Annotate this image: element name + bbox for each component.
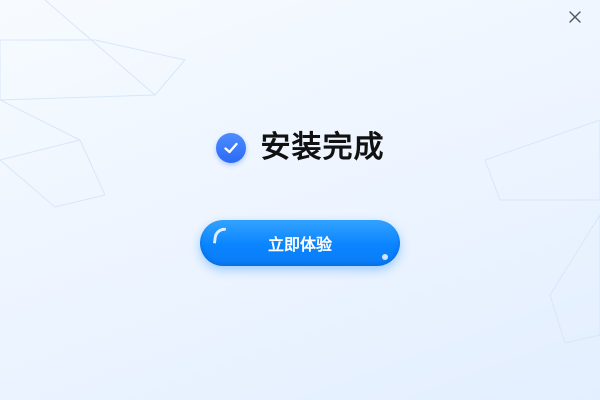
status-title: 安装完成 (260, 130, 385, 165)
close-icon (569, 11, 581, 23)
close-button[interactable] (564, 6, 586, 28)
experience-now-label: 立即体验 (267, 235, 332, 254)
experience-now-button[interactable]: 立即体验 (200, 220, 400, 266)
background-decoration (0, 0, 600, 344)
button-gloss-dot (382, 254, 388, 260)
install-complete-window: 安装完成 立即体验 (0, 0, 600, 400)
status-row: 安装完成 (0, 128, 600, 168)
button-gloss (212, 226, 227, 245)
check-circle-icon (215, 133, 246, 163)
